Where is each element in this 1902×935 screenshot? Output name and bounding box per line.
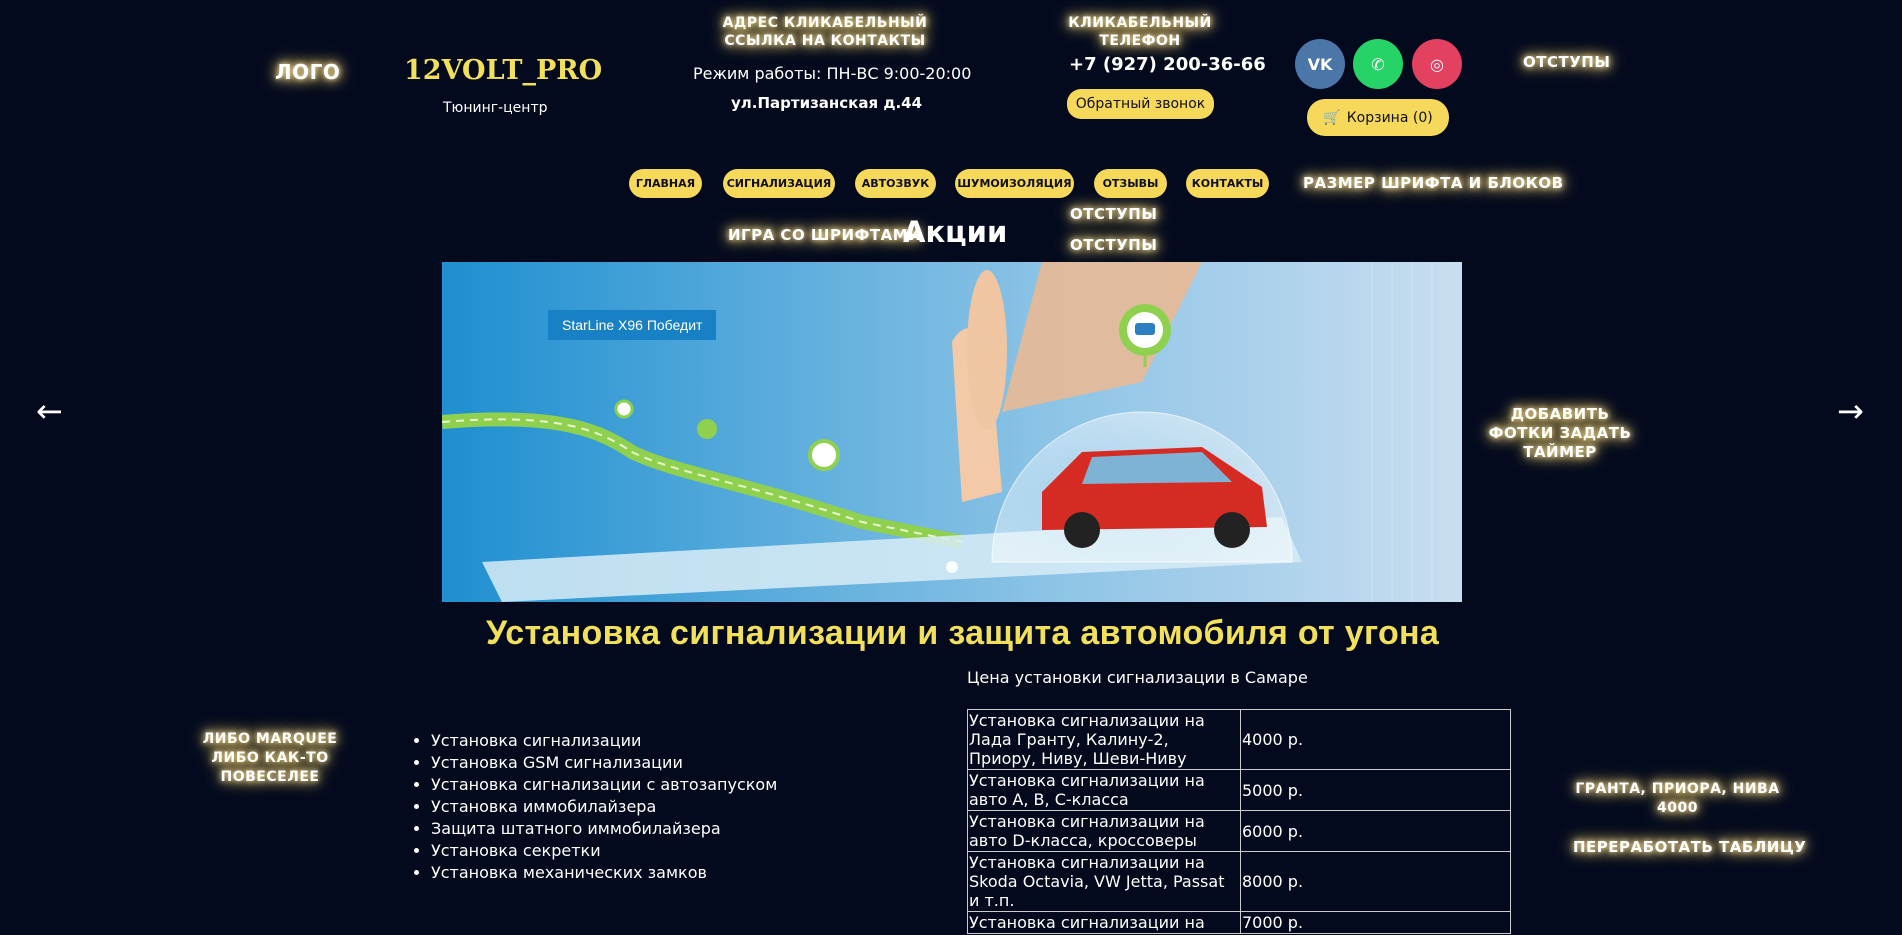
callback-button[interactable]: Обратный звонок <box>1067 89 1214 119</box>
instagram-icon[interactable]: ◎ <box>1412 39 1462 89</box>
slider-next-arrow[interactable]: → <box>1837 392 1864 430</box>
note-spacing-2: ОТСТУПЫ <box>1070 236 1158 254</box>
nav-item-audio[interactable]: Автозвук <box>855 169 936 198</box>
table-cell-service: Установка сигнализации на Лада Гранту, К… <box>967 709 1241 770</box>
nav-item-reviews[interactable]: Отзывы <box>1094 169 1167 198</box>
note-rework-table: ПЕРЕРАБОТАТЬ ТАБЛИЦУ <box>1573 838 1807 856</box>
note-spacing-1: ОТСТУПЫ <box>1070 205 1158 223</box>
table-row: Установка сигнализации на авто А, В, С-к… <box>967 769 1511 811</box>
table-cell-price: 4000 р. <box>1240 709 1511 770</box>
table-row: Установка сигнализации на Лада Гранту, К… <box>967 709 1511 770</box>
table-cell-price: 7000 р. <box>1240 911 1511 934</box>
cart-label: Корзина (0) <box>1346 109 1433 126</box>
table-cell-service: Установка сигнализации на авто А, В, С-к… <box>967 769 1241 811</box>
list-item[interactable]: Установка сигнализации с автозапуском <box>431 774 777 796</box>
nav-item-home[interactable]: Главная <box>629 169 702 198</box>
table-row: Установка сигнализации на Skoda Octavia,… <box>967 851 1511 912</box>
brand-tagline: Тюнинг-центр <box>443 100 548 116</box>
vk-icon[interactable]: VK <box>1295 39 1345 89</box>
note-marquee: ЛИБО MARQUEE ЛИБО КАК-ТО ПОВЕСЕЛЕЕ <box>202 731 338 785</box>
working-hours: Режим работы: ПН-ВС 9:00-20:00 <box>693 64 972 83</box>
table-row: Установка сигнализации на авто D-класса,… <box>967 810 1511 852</box>
list-item[interactable]: Установка секретки <box>431 840 777 862</box>
main-heading: Установка сигнализации и защита автомоби… <box>486 614 1440 652</box>
note-spacing-top: ОТСТУПЫ <box>1523 53 1611 71</box>
brand-name[interactable]: 12VOLT_PRO <box>404 55 602 86</box>
note-phone: КЛИКАБЕЛЬНЫЙ ТЕЛЕФОН <box>1068 15 1212 49</box>
nav-item-soundproofing[interactable]: Шумоизоляция <box>955 169 1074 198</box>
list-item[interactable]: Установка иммобилайзера <box>431 796 777 818</box>
table-cell-service: Установка сигнализации на <box>967 911 1241 934</box>
phone-link[interactable]: +7 (927) 200-36-66 <box>1069 54 1266 75</box>
promo-title: Акции <box>903 215 1008 249</box>
list-item[interactable]: Установка GSM сигнализации <box>431 752 777 774</box>
nav-item-alarm[interactable]: Сигнализация <box>723 169 835 198</box>
note-granta: ГРАНТА, ПРИОРА, НИВА 4000 <box>1575 781 1780 816</box>
list-item[interactable]: Установка сигнализации <box>431 730 777 752</box>
table-cell-price: 8000 р. <box>1240 851 1511 912</box>
list-item[interactable]: Установка механических замков <box>431 862 777 884</box>
table-cell-price: 5000 р. <box>1240 769 1511 811</box>
table-cell-service: Установка сигнализации на Skoda Octavia,… <box>967 851 1241 912</box>
price-title: Цена установки сигнализации в Самаре <box>967 668 1308 687</box>
table-cell-service: Установка сигнализации на авто D-класса,… <box>967 810 1241 852</box>
note-logo: ЛОГО <box>275 60 341 84</box>
cart-icon: 🛒 <box>1323 109 1341 126</box>
list-item[interactable]: Защита штатного иммобилайзера <box>431 818 777 840</box>
services-list: Установка сигнализации Установка GSM сиг… <box>409 730 777 884</box>
address-link[interactable]: ул.Партизанская д.44 <box>731 94 922 112</box>
nav-item-contacts[interactable]: Контакты <box>1186 169 1269 198</box>
note-photos-timer: ДОБАВИТЬ ФОТКИ ЗАДАТЬ ТАЙМЕР <box>1488 405 1632 461</box>
price-table: Установка сигнализации на Лада Гранту, К… <box>967 709 1511 934</box>
table-row: Установка сигнализации на 7000 р. <box>967 911 1511 934</box>
cart-button[interactable]: 🛒 Корзина (0) <box>1307 99 1449 136</box>
table-cell-price: 6000 р. <box>1240 810 1511 852</box>
slider-prev-arrow[interactable]: ← <box>36 392 63 430</box>
note-address-link: АДРЕС КЛИКАБЕЛЬНЫЙ ССЫЛКА НА КОНТАКТЫ <box>722 15 928 49</box>
note-font-play: ИГРА СО ШРИФТАМИ <box>728 226 922 244</box>
note-font-size: РАЗМЕР ШРИФТА И БЛОКОВ <box>1303 174 1564 192</box>
promo-slide[interactable]: StarLine X96 Победит <box>442 262 1462 602</box>
whatsapp-icon[interactable]: ✆ <box>1353 39 1403 89</box>
slide-caption: StarLine X96 Победит <box>548 310 717 340</box>
